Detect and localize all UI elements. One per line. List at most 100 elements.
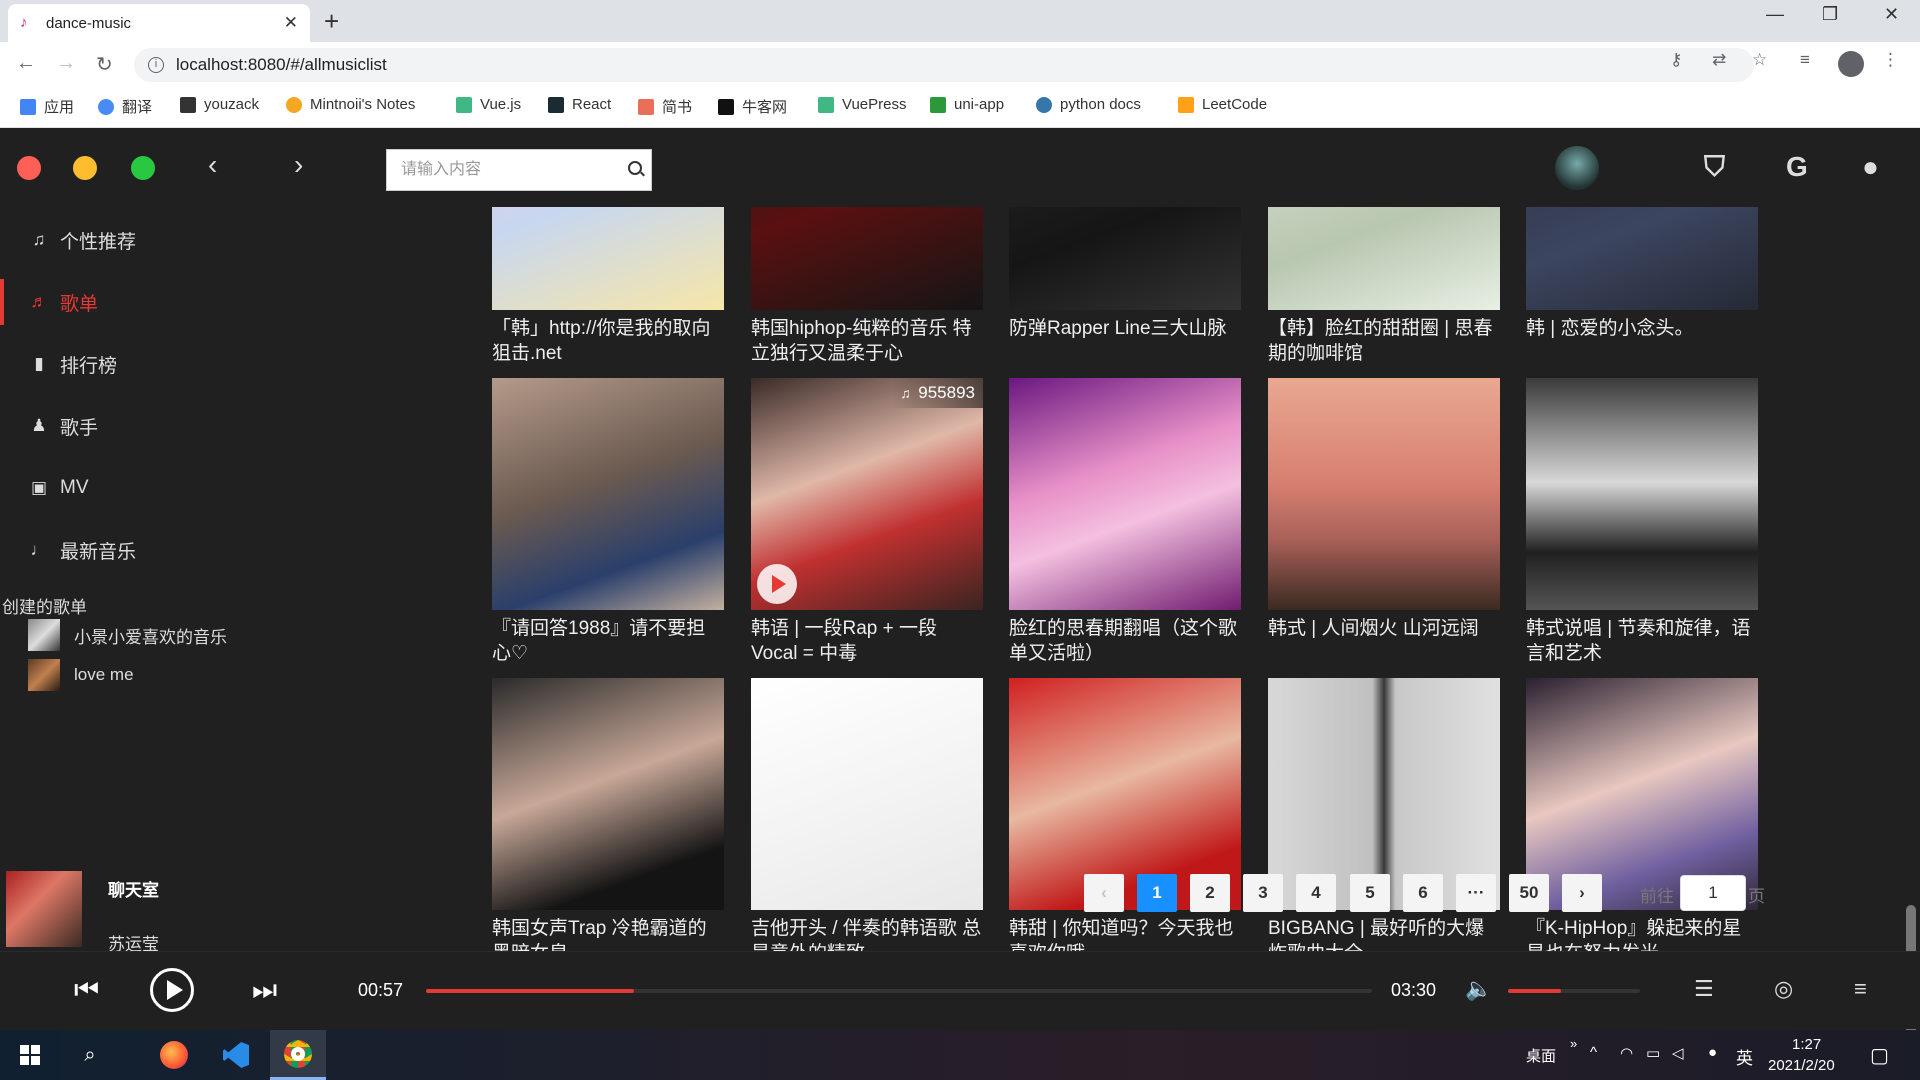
playlist-cover[interactable] xyxy=(1009,207,1241,310)
created-playlist-item[interactable]: 小景小爱喜欢的音乐 xyxy=(28,619,227,651)
playlist-name[interactable]: 韩国hiphop-纯粹的音乐 特立独行又温柔于心 xyxy=(751,316,983,366)
playlist-cover[interactable]: 955893 xyxy=(751,378,983,610)
playlist-card[interactable]: 『请回答1988』请不要担心♡ xyxy=(492,378,724,666)
user-avatar[interactable] xyxy=(1555,146,1599,190)
playlist-cover[interactable] xyxy=(751,678,983,910)
playlist-name[interactable]: 「韩」http://你是我的取向狙击.net xyxy=(492,316,724,366)
sidebar-item-recommend[interactable]: ♫ 个性推荐 xyxy=(0,209,344,271)
created-playlist-item[interactable]: love me xyxy=(28,659,134,691)
ime-language[interactable]: 英 xyxy=(1736,1044,1753,1069)
playlist-name[interactable]: 【韩】脸红的甜甜圈 | 思春期的咖啡馆 xyxy=(1268,316,1500,366)
playlist-name[interactable]: 韩国女声Trap 冷艳霸道的黑暗女皇 xyxy=(492,916,724,951)
playlist-name[interactable]: 韩 | 恋爱的小念头。 xyxy=(1526,316,1758,366)
playlist-card[interactable]: 韩式 | 人间烟火 山河远阔 xyxy=(1268,378,1500,666)
previous-track-icon[interactable]: ⏮ xyxy=(74,974,99,1007)
playlist-card[interactable]: 【韩】脸红的甜甜圈 | 思春期的咖啡馆 xyxy=(1268,207,1500,366)
playlist-card[interactable]: 韩国hiphop-纯粹的音乐 特立独行又温柔于心 xyxy=(751,207,983,366)
playlist-card[interactable]: 韩式说唱 | 节奏和旋律，语言和艺术 xyxy=(1526,378,1758,666)
playlist-cover[interactable] xyxy=(751,207,983,310)
play-button[interactable] xyxy=(150,968,194,1012)
playlist-card[interactable]: 955893 韩语 | 一段Rap + 一段Vocal = 中毒 xyxy=(751,378,983,666)
playlist-cover[interactable] xyxy=(492,207,724,310)
speaker-icon[interactable]: ◁ xyxy=(1672,1044,1684,1062)
playlist-card[interactable]: 吉他开头 / 伴奏的韩语歌 总是意外的精致 xyxy=(751,678,983,951)
site-info-icon[interactable]: i xyxy=(148,57,164,73)
chevron-right-icon[interactable]: › xyxy=(294,149,303,181)
playlist-name[interactable]: 脸红的思春期翻唱（这个歌单又活啦） xyxy=(1009,616,1241,666)
google-icon[interactable]: G xyxy=(1786,151,1808,183)
search-input[interactable] xyxy=(386,149,652,191)
playlist-card[interactable]: 脸红的思春期翻唱（这个歌单又活啦） xyxy=(1009,378,1241,666)
profile-avatar-icon[interactable] xyxy=(1838,51,1864,77)
playlist-cover[interactable] xyxy=(1268,207,1500,310)
back-icon[interactable]: ← xyxy=(16,52,36,75)
volume-icon[interactable]: 🔈 xyxy=(1465,976,1492,1002)
close-window-icon[interactable]: ✕ xyxy=(1884,4,1899,25)
bookmark-item[interactable]: VuePress xyxy=(818,96,906,113)
tab-close-icon[interactable]: ✕ xyxy=(284,13,298,33)
new-tab-icon[interactable]: + xyxy=(324,6,339,37)
playlist-cover[interactable] xyxy=(1009,378,1241,610)
playlist-name[interactable]: 韩语 | 一段Rap + 一段Vocal = 中毒 xyxy=(751,616,983,666)
volume-slider[interactable] xyxy=(1508,989,1640,993)
bookmark-item[interactable]: 简书 xyxy=(638,96,692,117)
sidebar-item-new-music[interactable]: ♩ 最新音乐 xyxy=(0,519,344,581)
playlist-cover[interactable] xyxy=(1268,378,1500,610)
pager-page-5[interactable]: 5 xyxy=(1350,874,1390,912)
pager-page-50[interactable]: 50 xyxy=(1509,874,1549,912)
sidebar-item-charts[interactable]: ▮ 排行榜 xyxy=(0,333,344,395)
pager-page-3[interactable]: 3 xyxy=(1243,874,1283,912)
chrome-icon[interactable] xyxy=(270,1030,326,1080)
bookmark-item[interactable]: youzack xyxy=(180,96,259,113)
playlist-cover[interactable] xyxy=(1526,378,1758,610)
playlist-name[interactable]: 『请回答1988』请不要担心♡ xyxy=(492,616,724,666)
playlist-name[interactable]: 『K-HipHop』躲起来的星星也在努力发光 xyxy=(1526,916,1758,951)
search-taskbar-icon[interactable]: ⌕ xyxy=(62,1030,118,1080)
menu-icon[interactable]: ⋮ xyxy=(1882,50,1899,70)
firefox-icon[interactable] xyxy=(146,1030,202,1080)
desktop-label[interactable]: 桌面 xyxy=(1526,1045,1556,1066)
bookmark-item[interactable]: 翻译 xyxy=(98,96,152,117)
now-playing-cover[interactable] xyxy=(6,871,82,947)
next-track-icon[interactable]: ⏭ xyxy=(252,974,277,1007)
pager-ellipsis[interactable]: ··· xyxy=(1456,874,1496,912)
sidebar-item-artists[interactable]: ♟ 歌手 xyxy=(0,395,344,457)
playlist-queue-icon[interactable]: ≡ xyxy=(1854,976,1867,1002)
pager-page-6[interactable]: 6 xyxy=(1403,874,1443,912)
play-mode-list-icon[interactable]: ☰ xyxy=(1694,976,1714,1002)
bookmark-item[interactable]: 牛客网 xyxy=(718,96,787,117)
playlist-card[interactable]: 防弹Rapper Line三大山脉 xyxy=(1009,207,1241,366)
lyrics-icon[interactable]: ◎ xyxy=(1774,976,1793,1002)
playlist-name[interactable]: 韩甜 | 你知道吗？今天我也喜欢你哦 xyxy=(1009,916,1241,951)
github-icon[interactable]: ● xyxy=(1862,151,1879,183)
reload-icon[interactable]: ↻ xyxy=(96,52,113,77)
pager-next-button[interactable]: › xyxy=(1562,874,1602,912)
playlist-card[interactable]: 韩 | 恋爱的小念头。 xyxy=(1526,207,1758,366)
pager-page-4[interactable]: 4 xyxy=(1296,874,1336,912)
ime-icon[interactable]: ● xyxy=(1708,1044,1717,1061)
playlist-name[interactable]: 防弹Rapper Line三大山脉 xyxy=(1009,316,1241,366)
bookmark-item[interactable]: uni-app xyxy=(930,96,1004,113)
playlist-card[interactable]: 「韩」http://你是我的取向狙击.net xyxy=(492,207,724,366)
chevron-left-icon[interactable]: ‹ xyxy=(208,149,217,181)
pager-page-1[interactable]: 1 xyxy=(1137,874,1177,912)
browser-tab[interactable]: ♪ dance-music ✕ xyxy=(8,4,310,42)
bookmark-item[interactable]: LeetCode xyxy=(1178,96,1267,113)
search-icon[interactable] xyxy=(628,161,642,175)
close-dot-icon[interactable] xyxy=(17,156,41,180)
sidebar-item-mv[interactable]: ▣ MV xyxy=(0,457,344,519)
playlist-name[interactable]: 韩式说唱 | 节奏和旋律，语言和艺术 xyxy=(1526,616,1758,666)
playlist-cover[interactable] xyxy=(1526,207,1758,310)
start-button[interactable] xyxy=(2,1030,58,1080)
play-overlay-icon[interactable] xyxy=(757,564,797,604)
progress-bar[interactable] xyxy=(426,989,1372,993)
vscode-icon[interactable] xyxy=(208,1030,264,1080)
bookmark-item[interactable]: Vue.js xyxy=(456,96,521,113)
minimize-dot-icon[interactable] xyxy=(73,156,97,180)
playlist-name[interactable]: 韩式 | 人间烟火 山河远阔 xyxy=(1268,616,1500,666)
forward-icon[interactable]: → xyxy=(56,52,76,75)
bookmark-item[interactable]: 应用 xyxy=(20,96,74,117)
bookmark-item[interactable]: React xyxy=(548,96,611,113)
key-icon[interactable]: ⚷ xyxy=(1670,50,1682,70)
bookmark-star-icon[interactable]: ☆ xyxy=(1752,50,1767,70)
